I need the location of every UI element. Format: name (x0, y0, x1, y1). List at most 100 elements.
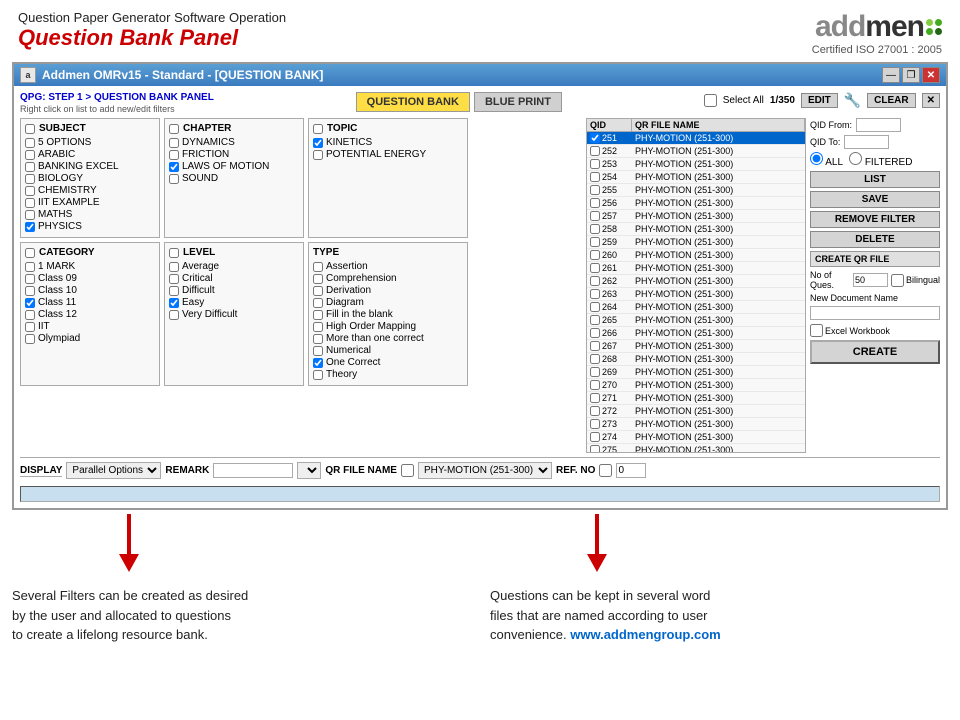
all-radio-label[interactable]: ALL (810, 152, 843, 168)
qid-to-input[interactable] (844, 135, 889, 149)
remark-select[interactable] (297, 462, 321, 479)
select-all-checkbox[interactable] (704, 94, 717, 107)
display-select[interactable]: Parallel Options (66, 462, 161, 479)
table-row[interactable]: 252PHY-MOTION (251-300) (587, 145, 805, 158)
table-row[interactable]: 259PHY-MOTION (251-300) (587, 236, 805, 249)
remove-filter-button[interactable]: REMOVE FILTER (810, 211, 940, 228)
table-row[interactable]: 275PHY-MOTION (251-300) (587, 444, 805, 452)
qid-cell: 271 (587, 392, 632, 404)
table-row[interactable]: 268PHY-MOTION (251-300) (587, 353, 805, 366)
topic-filter: TOPIC KINETICSPOTENTIAL ENERGY (308, 118, 468, 238)
window-title: Addmen OMRv15 - Standard - [QUESTION BAN… (42, 68, 323, 82)
subject-item-checkbox[interactable] (25, 210, 35, 220)
list-item: PHYSICS (25, 221, 155, 232)
create-button[interactable]: CREATE (810, 340, 940, 364)
excel-workbook-checkbox[interactable] (810, 324, 823, 337)
qid-cell: 268 (587, 353, 632, 365)
ref-no-checkbox[interactable] (599, 464, 612, 477)
list-item: Class 10 (25, 285, 155, 296)
edit-button[interactable]: EDIT (801, 93, 838, 108)
subject-item-label: BANKING EXCEL (38, 161, 119, 172)
table-row[interactable]: 264PHY-MOTION (251-300) (587, 301, 805, 314)
chapter-checkbox[interactable] (169, 124, 179, 134)
close-x-button[interactable]: ✕ (922, 93, 940, 108)
minimize-button[interactable]: — (882, 67, 900, 83)
qr-file-cell: PHY-MOTION (251-300) (632, 275, 805, 287)
subject-items: 5 OPTIONSARABICBANKING EXCELBIOLOGYCHEMI… (25, 137, 155, 232)
qid-cell: 273 (587, 418, 632, 430)
no-ques-input[interactable] (853, 273, 888, 287)
all-radio[interactable] (810, 152, 823, 165)
table-row[interactable]: 257PHY-MOTION (251-300) (587, 210, 805, 223)
subject-item-checkbox[interactable] (25, 186, 35, 196)
remark-input[interactable] (213, 463, 293, 478)
subject-item-checkbox[interactable] (25, 174, 35, 184)
table-row[interactable]: 263PHY-MOTION (251-300) (587, 288, 805, 301)
tab-blue-print[interactable]: BLUE PRINT (474, 92, 562, 112)
table-row[interactable]: 271PHY-MOTION (251-300) (587, 392, 805, 405)
table-row[interactable]: 266PHY-MOTION (251-300) (587, 327, 805, 340)
table-row[interactable]: 258PHY-MOTION (251-300) (587, 223, 805, 236)
type-header: TYPE (313, 247, 463, 258)
main-content-row: SUBJECT 5 OPTIONSARABICBANKING EXCELBIOL… (20, 118, 940, 453)
category-items: 1 MARKClass 09Class 10Class 11Class 12II… (25, 261, 155, 344)
subject-item-label: 5 OPTIONS (38, 137, 91, 148)
table-row[interactable]: 260PHY-MOTION (251-300) (587, 249, 805, 262)
close-button[interactable]: ✕ (922, 67, 940, 83)
list-button[interactable]: LIST (810, 171, 940, 188)
qid-from-input[interactable] (856, 118, 901, 132)
category-checkbox[interactable] (25, 248, 35, 258)
table-row[interactable]: 255PHY-MOTION (251-300) (587, 184, 805, 197)
table-row[interactable]: 251PHY-MOTION (251-300) (587, 132, 805, 145)
table-row[interactable]: 254PHY-MOTION (251-300) (587, 171, 805, 184)
type-items: AssertionComprehensionDerivationDiagramF… (313, 261, 463, 380)
level-checkbox[interactable] (169, 248, 179, 258)
subject-item-checkbox[interactable] (25, 138, 35, 148)
qr-file-checkbox[interactable] (401, 464, 414, 477)
qid-cell: 267 (587, 340, 632, 352)
ref-no-input[interactable] (616, 463, 646, 478)
display-label: DISPLAY (20, 465, 62, 477)
filter-radio-group: ALL FILTERED (810, 152, 940, 168)
filtered-radio[interactable] (849, 152, 862, 165)
no-ques-label: No of Ques. (810, 270, 850, 290)
chapter-label: CHAPTER (183, 123, 231, 134)
table-row[interactable]: 256PHY-MOTION (251-300) (587, 197, 805, 210)
table-row[interactable]: 253PHY-MOTION (251-300) (587, 158, 805, 171)
subject-item-checkbox[interactable] (25, 150, 35, 160)
subject-item-checkbox[interactable] (25, 162, 35, 172)
table-row[interactable]: 272PHY-MOTION (251-300) (587, 405, 805, 418)
tab-question-bank[interactable]: QUESTION BANK (356, 92, 470, 112)
qr-file-cell: PHY-MOTION (251-300) (632, 366, 805, 378)
topic-checkbox[interactable] (313, 124, 323, 134)
list-item: KINETICS (313, 137, 463, 148)
right-annotation-link[interactable]: www.addmengroup.com (570, 627, 720, 642)
delete-button[interactable]: DELETE (810, 231, 940, 248)
restore-button[interactable]: ❐ (902, 67, 920, 83)
table-row[interactable]: 265PHY-MOTION (251-300) (587, 314, 805, 327)
table-row[interactable]: 261PHY-MOTION (251-300) (587, 262, 805, 275)
qr-file-cell: PHY-MOTION (251-300) (632, 340, 805, 352)
doc-name-input[interactable] (810, 306, 940, 320)
bilingual-checkbox[interactable] (891, 274, 904, 287)
type-filter: TYPE AssertionComprehensionDerivationDia… (308, 242, 468, 386)
clear-button[interactable]: CLEAR (867, 93, 915, 108)
table-row[interactable]: 273PHY-MOTION (251-300) (587, 418, 805, 431)
subject-checkbox[interactable] (25, 124, 35, 134)
table-row[interactable]: 262PHY-MOTION (251-300) (587, 275, 805, 288)
filtered-radio-label[interactable]: FILTERED (849, 152, 912, 168)
qr-file-cell: PHY-MOTION (251-300) (632, 379, 805, 391)
qr-file-select[interactable]: PHY-MOTION (251-300) (418, 462, 552, 479)
table-row[interactable]: 269PHY-MOTION (251-300) (587, 366, 805, 379)
qr-file-cell: PHY-MOTION (251-300) (632, 210, 805, 222)
table-row[interactable]: 270PHY-MOTION (251-300) (587, 379, 805, 392)
subject-item-checkbox[interactable] (25, 222, 35, 232)
subject-item-checkbox[interactable] (25, 198, 35, 208)
table-row[interactable]: 274PHY-MOTION (251-300) (587, 431, 805, 444)
tools-icon[interactable]: 🔧 (844, 92, 861, 109)
list-item: Derivation (313, 285, 463, 296)
table-row[interactable]: 267PHY-MOTION (251-300) (587, 340, 805, 353)
save-button[interactable]: SAVE (810, 191, 940, 208)
qid-cell: 252 (587, 145, 632, 157)
qr-file-cell: PHY-MOTION (251-300) (632, 301, 805, 313)
